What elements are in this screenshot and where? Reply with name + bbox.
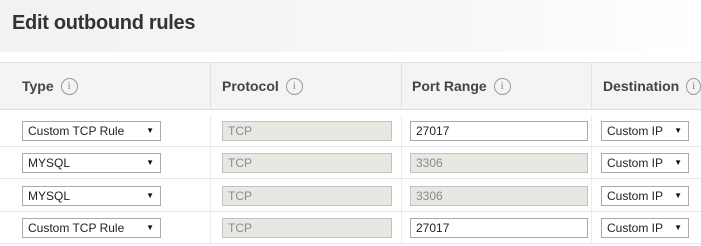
port-range-value: 27017 bbox=[416, 221, 450, 235]
column-divider bbox=[210, 147, 211, 178]
type-select[interactable]: Custom TCP Rule ▼ bbox=[22, 121, 161, 141]
chevron-down-icon: ▼ bbox=[146, 158, 154, 167]
destination-select-value: Custom IP bbox=[607, 156, 664, 170]
info-icon[interactable]: i bbox=[493, 77, 511, 95]
chevron-down-icon: ▼ bbox=[146, 223, 154, 232]
column-divider bbox=[591, 147, 592, 178]
chevron-down-icon: ▼ bbox=[674, 223, 682, 232]
port-range-field: 3306 bbox=[410, 186, 588, 206]
column-header-destination-label: Destination bbox=[603, 78, 680, 94]
port-range-field: 3306 bbox=[410, 153, 588, 173]
type-select[interactable]: MYSQL ▼ bbox=[22, 186, 161, 206]
info-icon[interactable]: i bbox=[285, 77, 303, 95]
chevron-down-icon: ▼ bbox=[674, 158, 682, 167]
destination-select[interactable]: Custom IP ▼ bbox=[601, 218, 689, 238]
protocol-field: TCP bbox=[222, 186, 392, 206]
column-header-port-range-label: Port Range bbox=[412, 78, 487, 94]
column-divider bbox=[210, 115, 211, 146]
protocol-value: TCP bbox=[228, 221, 252, 235]
destination-select[interactable]: Custom IP ▼ bbox=[601, 121, 689, 141]
port-range-value: 27017 bbox=[416, 124, 450, 138]
table-header: Type i Protocol i Port Range i Destinati… bbox=[0, 62, 701, 110]
destination-select-value: Custom IP bbox=[607, 189, 664, 203]
info-icon[interactable]: i bbox=[686, 77, 701, 95]
table-row: Custom TCP Rule ▼ TCP 27017 Custom IP ▼ bbox=[0, 115, 701, 147]
chevron-down-icon: ▼ bbox=[674, 126, 682, 135]
protocol-value: TCP bbox=[228, 124, 252, 138]
column-header-destination: Destination i bbox=[603, 63, 701, 109]
protocol-value: TCP bbox=[228, 156, 252, 170]
destination-select-value: Custom IP bbox=[607, 221, 664, 235]
column-divider bbox=[591, 115, 592, 146]
type-select-value: MYSQL bbox=[28, 189, 71, 203]
type-select-value: Custom TCP Rule bbox=[28, 221, 125, 235]
type-select-value: Custom TCP Rule bbox=[28, 124, 125, 138]
table-row: MYSQL ▼ TCP 3306 Custom IP ▼ bbox=[0, 147, 701, 179]
column-header-protocol: Protocol i bbox=[222, 63, 303, 109]
column-divider bbox=[591, 212, 592, 243]
protocol-field: TCP bbox=[222, 121, 392, 141]
column-header-port-range: Port Range i bbox=[412, 63, 511, 109]
protocol-field: TCP bbox=[222, 218, 392, 238]
table-row: Custom TCP Rule ▼ TCP 27017 Custom IP ▼ bbox=[0, 212, 701, 244]
column-header-type: Type i bbox=[22, 63, 78, 109]
column-divider bbox=[210, 180, 211, 211]
column-divider bbox=[591, 180, 592, 211]
column-divider bbox=[401, 115, 402, 146]
column-divider bbox=[591, 63, 592, 109]
chevron-down-icon: ▼ bbox=[674, 191, 682, 200]
column-header-type-label: Type bbox=[22, 78, 54, 94]
type-select[interactable]: Custom TCP Rule ▼ bbox=[22, 218, 161, 238]
port-range-input[interactable]: 27017 bbox=[410, 218, 588, 238]
destination-select[interactable]: Custom IP ▼ bbox=[601, 153, 689, 173]
port-range-value: 3306 bbox=[416, 156, 443, 170]
table-row: MYSQL ▼ TCP 3306 Custom IP ▼ bbox=[0, 180, 701, 212]
port-range-input[interactable]: 27017 bbox=[410, 121, 588, 141]
column-header-protocol-label: Protocol bbox=[222, 78, 279, 94]
type-select-value: MYSQL bbox=[28, 156, 71, 170]
chevron-down-icon: ▼ bbox=[146, 126, 154, 135]
dialog-header: Edit outbound rules bbox=[0, 0, 701, 52]
chevron-down-icon: ▼ bbox=[146, 191, 154, 200]
column-divider bbox=[401, 180, 402, 211]
info-icon[interactable]: i bbox=[60, 77, 78, 95]
column-divider bbox=[401, 147, 402, 178]
destination-select-value: Custom IP bbox=[607, 124, 664, 138]
type-select[interactable]: MYSQL ▼ bbox=[22, 153, 161, 173]
dialog-title: Edit outbound rules bbox=[12, 12, 196, 34]
protocol-field: TCP bbox=[222, 153, 392, 173]
column-divider bbox=[401, 63, 402, 109]
port-range-value: 3306 bbox=[416, 189, 443, 203]
column-divider bbox=[210, 63, 211, 109]
column-divider bbox=[401, 212, 402, 243]
destination-select[interactable]: Custom IP ▼ bbox=[601, 186, 689, 206]
protocol-value: TCP bbox=[228, 189, 252, 203]
column-divider bbox=[210, 212, 211, 243]
